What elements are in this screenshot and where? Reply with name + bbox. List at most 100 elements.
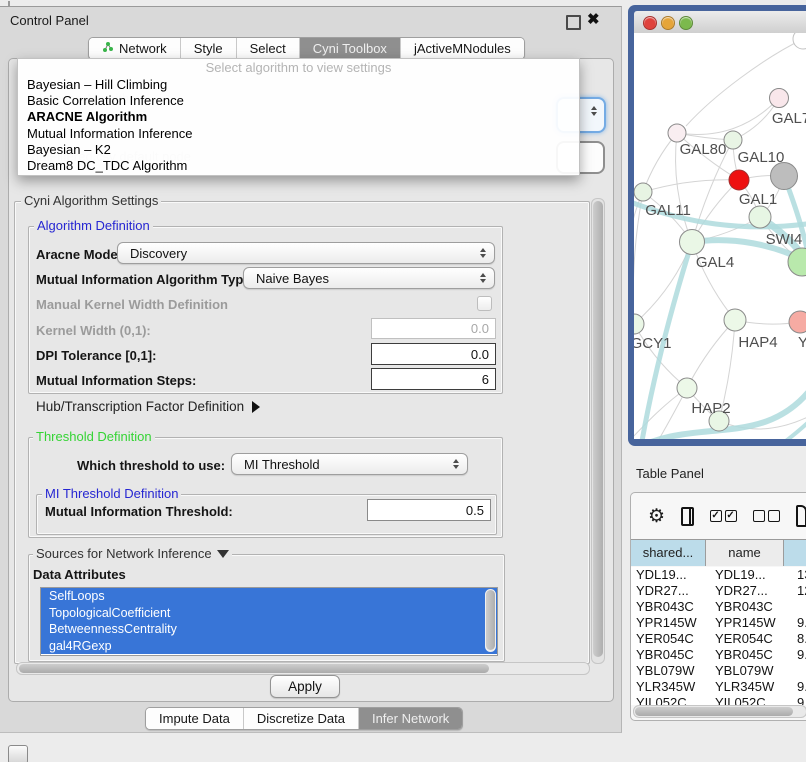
network-node-label: GAL7 [772, 110, 806, 127]
spinner-down-icon [480, 254, 486, 258]
data-attribute-item[interactable]: TopologicalCoefficient [41, 605, 497, 622]
table-header-row: shared...name [631, 539, 806, 568]
control-panel-tabs: NetworkStyleSelectCyni Toolbox jActiveMNo… [88, 37, 525, 60]
table-cell: YIL052C [710, 695, 792, 705]
restore-panel-button[interactable] [8, 745, 28, 762]
manual-kernel-width-checkbox[interactable] [477, 296, 492, 311]
dropdown-option[interactable]: Bayesian – Hill Climbing [18, 77, 579, 93]
tab-discretize-data[interactable]: Discretize Data [244, 708, 359, 729]
mi-steps-field[interactable]: 6 [371, 368, 496, 390]
table-row[interactable]: YIL052CYIL052C9 [631, 695, 806, 705]
table-row[interactable]: YLR345WYLR345W9. [631, 679, 806, 695]
dropdown-option[interactable]: Dream8 DC_TDC Algorithm [18, 158, 579, 174]
dropdown-option[interactable]: Mutual Information Inference [18, 126, 579, 142]
which-threshold-label: Which threshold to use: [77, 458, 225, 473]
network-node-label: HAP2 [691, 400, 730, 417]
sources-label[interactable]: Sources for Network Inference [33, 546, 232, 561]
dropdown-option[interactable]: Basic Correlation Inference [18, 93, 579, 109]
network-window-titlebar[interactable] [634, 11, 806, 34]
table-row[interactable]: YDL19...YDL19...13 [631, 567, 806, 583]
apply-button[interactable]: Apply [270, 675, 340, 698]
table-column-header[interactable]: shared... [631, 540, 706, 566]
spinner-down-icon [591, 112, 597, 116]
mi-threshold-label: Mutual Information Threshold: [45, 504, 233, 519]
mi-algorithm-type-label: Mutual Information Algorithm Type: [36, 272, 255, 287]
settings-vertical-scrollbar-thumb[interactable] [593, 201, 603, 657]
table-row[interactable]: YER054CYER054C8. [631, 631, 806, 647]
table-column-header[interactable] [784, 540, 806, 566]
tab-impute-data[interactable]: Impute Data [146, 708, 244, 729]
data-attributes-items: SelfLoopsTopologicalCoefficientBetweenne… [41, 588, 497, 654]
network-node-gal1[interactable] [729, 170, 749, 190]
tab-select[interactable]: Select [237, 38, 300, 59]
which-threshold-value: MI Threshold [244, 457, 320, 472]
aracne-mode-combobox[interactable]: Discovery [117, 242, 495, 264]
network-node-label: SWI4 [766, 231, 803, 248]
network-node-y[interactable] [789, 311, 806, 333]
table-row[interactable]: YBL079WYBL079W [631, 663, 806, 679]
network-node-swi4[interactable] [749, 206, 771, 228]
zoom-traffic-light[interactable] [679, 16, 693, 30]
network-node-label: GAL80 [680, 141, 727, 158]
table-cell: YDL19... [631, 567, 710, 583]
tab-label: jActiveMNodules [414, 38, 511, 59]
mi-algorithm-type-combobox[interactable]: Naive Bayes [243, 267, 495, 289]
kernel-width-field[interactable]: 0.0 [371, 318, 496, 339]
network-node-gal11[interactable] [634, 183, 652, 201]
settings-horizontal-scrollbar[interactable] [16, 662, 590, 675]
list-vertical-scrollbar[interactable] [485, 589, 496, 652]
data-attributes-list[interactable]: SelfLoopsTopologicalCoefficientBetweenne… [40, 587, 498, 656]
which-threshold-combobox[interactable]: MI Threshold [231, 453, 468, 475]
close-window-icon[interactable]: ✖ [587, 10, 600, 28]
mi-threshold-field[interactable]: 0.5 [367, 499, 491, 521]
document-icon[interactable] [796, 505, 806, 527]
table-row[interactable]: YDR27...YDR27...12 [631, 583, 806, 599]
network-node-gal10[interactable] [724, 131, 742, 149]
table-row[interactable]: YBR045CYBR045C9. [631, 647, 806, 663]
table-column-header[interactable]: name [706, 540, 784, 566]
tab-jactivemnodules[interactable]: jActiveMNodules [401, 38, 524, 59]
gear-icon[interactable]: ⚙ [648, 507, 665, 526]
data-attribute-item[interactable]: BetweennessCentrality [41, 621, 497, 638]
cyni-algorithm-settings-label: Cyni Algorithm Settings [21, 193, 161, 208]
network-view-window[interactable]: GAL7GAL80GAL10GAL1GAL11SWI4GAL4GCY1HAP4Y… [628, 5, 806, 446]
table-horizontal-scrollbar-thumb[interactable] [635, 707, 793, 716]
tab-network[interactable]: Network [89, 38, 181, 59]
network-canvas[interactable]: GAL7GAL80GAL10GAL1GAL11SWI4GAL4GCY1HAP4Y… [634, 33, 806, 439]
minimize-traffic-light[interactable] [661, 16, 675, 30]
network-node-hap4[interactable] [724, 309, 746, 331]
algorithm-dropdown-popup: Select algorithm to view settings Bayesi… [17, 58, 580, 176]
screen: Control Panel ✖ NetworkStyleSelectCyni T… [0, 0, 806, 762]
network-node-gal4[interactable] [680, 230, 705, 255]
table-cell: YDL19... [710, 567, 792, 583]
data-attribute-item[interactable]: gal4RGexp [41, 638, 497, 655]
checked-boxes-icon[interactable]: ✓✓ [710, 510, 737, 522]
list-vertical-scrollbar-thumb[interactable] [486, 590, 495, 650]
hub-factor-definition-toggle[interactable]: Hub/Transcription Factor Definition [36, 399, 260, 414]
close-traffic-light[interactable] [643, 16, 657, 30]
dpi-tolerance-field[interactable]: 0.0 [371, 343, 496, 365]
float-window-icon[interactable] [566, 15, 581, 30]
tab-infer-network[interactable]: Infer Network [359, 708, 462, 729]
network-node[interactable] [793, 33, 806, 49]
dropdown-option[interactable]: ARACNE Algorithm [18, 109, 579, 125]
tab-cyni-toolbox[interactable]: Cyni Toolbox [300, 38, 401, 59]
unchecked-boxes-icon[interactable] [753, 510, 780, 522]
network-node-gal7[interactable] [770, 89, 789, 108]
kernel-width-label: Kernel Width (0,1): [36, 323, 151, 338]
settings-horizontal-scrollbar-thumb[interactable] [19, 664, 489, 673]
network-node-gcy1[interactable] [634, 314, 644, 334]
split-column-icon[interactable] [681, 507, 694, 526]
table-horizontal-scrollbar[interactable] [633, 705, 806, 718]
table-row[interactable]: YBR043CYBR043C [631, 599, 806, 615]
network-node[interactable] [771, 163, 798, 190]
settings-vertical-scrollbar[interactable] [591, 198, 605, 664]
network-node-label: Y [798, 334, 806, 351]
data-attribute-item[interactable]: SelfLoops [41, 588, 497, 605]
network-node-hap2[interactable] [677, 378, 697, 398]
table-row[interactable]: YPR145WYPR145W9. [631, 615, 806, 631]
table-cell: 9. [792, 679, 806, 695]
tab-style[interactable]: Style [181, 38, 237, 59]
dropdown-option[interactable]: Bayesian – K2 [18, 142, 579, 158]
network-node-gal80[interactable] [668, 124, 686, 142]
